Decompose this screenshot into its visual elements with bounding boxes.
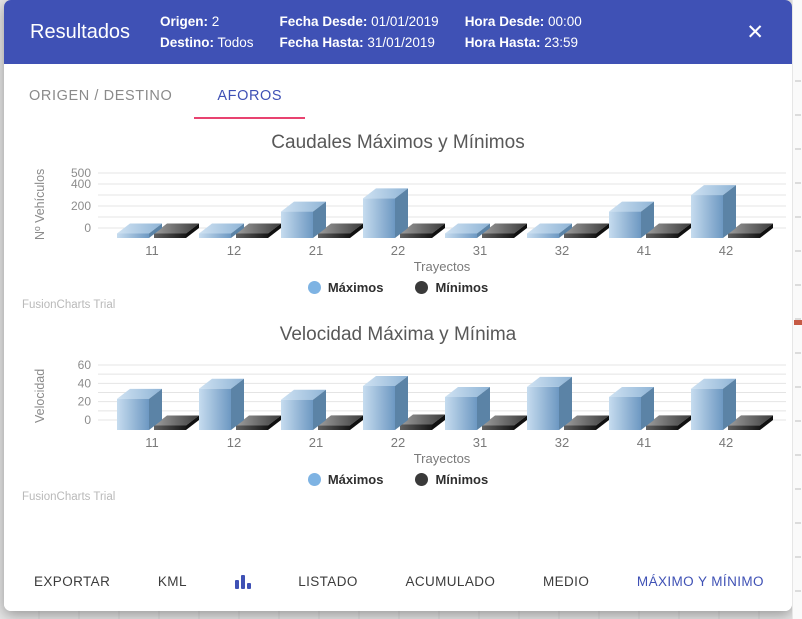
meta-origen-destino: Origen: 2 Destino: Todos: [160, 11, 254, 53]
close-icon[interactable]: ✕: [740, 18, 770, 47]
bar-chart-icon-bar: [240, 574, 245, 589]
hora-hasta-label: Hora Hasta:: [464, 35, 541, 50]
legend-item-maximos[interactable]: Máximos: [307, 472, 384, 487]
tab-bar: ORIGEN / DESTINO AFOROS: [4, 64, 792, 119]
hora-desde-label: Hora Desde:: [464, 14, 545, 29]
svg-text:31: 31: [473, 435, 487, 450]
exportar-button[interactable]: EXPORTAR: [34, 574, 110, 589]
svg-text:0: 0: [84, 413, 91, 427]
page-scrollbar[interactable]: [792, 0, 802, 619]
fecha-desde-value: 01/01/2019: [371, 14, 439, 29]
chart-velocidad-plot: Velocidad 0 20 40 60 11 12 21 22 31 32 41 42 Trayect…: [30, 348, 792, 466]
minimos-swatch-icon: [415, 281, 429, 294]
maximos-swatch-icon: [307, 281, 321, 294]
hora-desde-value: 00:00: [547, 14, 582, 29]
chart-velocidad-canvas[interactable]: 0 20 40 60 11 12 21 22 31 32 41 42 Trayectos: [48, 348, 790, 466]
meta-horas: Hora Desde: 00:00 Hora Hasta: 23:59: [465, 11, 582, 53]
svg-text:21: 21: [309, 435, 323, 450]
fecha-hasta-value: 31/01/2019: [367, 35, 435, 50]
svg-text:32: 32: [555, 435, 569, 450]
legend-label: Máximos: [327, 280, 384, 295]
chart-velocidad-section: Velocidad Máxima y Mínima Velocidad 0 20 4…: [4, 324, 792, 503]
svg-text:40: 40: [78, 376, 92, 390]
fecha-desde-label: Fecha Desde:: [279, 14, 368, 29]
legend-label: Mínimos: [435, 472, 489, 487]
svg-text:21: 21: [309, 243, 323, 258]
chart-caudales-plot: Nº Vehículos 0 200 400 500 11 12 21 22 31 32 41 42 T…: [30, 156, 792, 274]
chart-caudales-section: Caudales Máximos y Mínimos Nº Vehículos …: [4, 132, 792, 311]
resultados-dialog: Resultados Origen: 2 Destino: Todos Fech…: [4, 0, 792, 611]
legend-item-maximos[interactable]: Máximos: [307, 280, 384, 295]
svg-text:12: 12: [227, 435, 241, 450]
destino-label: Destino:: [160, 35, 214, 50]
tab-origen-destino[interactable]: ORIGEN / DESTINO: [29, 82, 172, 119]
svg-text:31: 31: [473, 243, 487, 258]
svg-text:Trayectos: Trayectos: [414, 259, 471, 274]
svg-text:0: 0: [84, 221, 91, 235]
chart-caudales-canvas[interactable]: 020040050011 12 21 22 31 32 41 42Trayectos: [48, 156, 790, 274]
meta-fechas: Fecha Desde: 01/01/2019 Fecha Hasta: 31/…: [280, 11, 439, 53]
bar-chart-icon-bar: [234, 579, 239, 589]
kml-button[interactable]: KML: [158, 574, 187, 589]
svg-text:20: 20: [78, 395, 92, 409]
hora-hasta-value: 23:59: [544, 35, 579, 50]
chart-caudales-ylabel: Nº Vehículos: [33, 168, 47, 240]
legend-label: Máximos: [327, 472, 384, 487]
svg-text:Trayectos: Trayectos: [414, 451, 471, 466]
svg-text:32: 32: [555, 243, 569, 258]
fecha-hasta-label: Fecha Hasta:: [279, 35, 364, 50]
bottom-toolbar: EXPORTAR KML LISTADO ACUMULADO MEDIO MÁX…: [4, 557, 792, 611]
minimos-swatch-icon: [415, 473, 429, 486]
svg-text:200: 200: [71, 199, 91, 213]
maximo-y-minimo-button[interactable]: MÁXIMO Y MÍNIMO: [637, 574, 764, 589]
svg-text:12: 12: [227, 243, 241, 258]
chart-velocidad-legend: Máximos Mínimos: [4, 472, 792, 487]
legend-item-minimos[interactable]: Mínimos: [415, 280, 488, 295]
chart-velocidad-title: Velocidad Máxima y Mínima: [279, 324, 517, 345]
fusioncharts-watermark: FusionCharts Trial: [22, 491, 116, 503]
svg-text:41: 41: [637, 243, 651, 258]
bar-chart-icon-bar: [246, 582, 251, 589]
svg-text:22: 22: [391, 243, 405, 258]
svg-text:11: 11: [145, 243, 159, 258]
svg-text:42: 42: [719, 435, 733, 450]
fusioncharts-watermark: FusionCharts Trial: [22, 299, 116, 311]
dialog-header: Resultados Origen: 2 Destino: Todos Fech…: [4, 0, 792, 64]
header-meta: Origen: 2 Destino: Todos Fecha Desde: 01…: [160, 11, 582, 53]
origen-label: Origen:: [160, 14, 209, 29]
legend-label: Mínimos: [435, 280, 489, 295]
destino-value: Todos: [217, 35, 254, 50]
bar-chart-icon[interactable]: [234, 574, 251, 589]
svg-text:42: 42: [719, 243, 733, 258]
listado-button[interactable]: LISTADO: [298, 574, 358, 589]
medio-button[interactable]: MEDIO: [543, 574, 589, 589]
svg-text:60: 60: [78, 358, 92, 372]
chart-velocidad-ylabel: Velocidad: [33, 368, 47, 424]
chart-caudales-legend: Máximos Mínimos: [4, 280, 792, 295]
acumulado-button[interactable]: ACUMULADO: [405, 574, 495, 589]
svg-text:41: 41: [637, 435, 651, 450]
svg-text:22: 22: [391, 435, 405, 450]
svg-text:500: 500: [71, 166, 91, 180]
scrollbar-marker: [794, 320, 802, 325]
tab-aforos[interactable]: AFOROS: [194, 82, 306, 119]
maximos-swatch-icon: [307, 473, 321, 486]
legend-item-minimos[interactable]: Mínimos: [415, 472, 488, 487]
chart-caudales-title: Caudales Máximos y Mínimos: [271, 132, 525, 153]
origen-value: 2: [211, 14, 220, 29]
dialog-title: Resultados: [30, 20, 131, 43]
svg-text:11: 11: [145, 435, 159, 450]
